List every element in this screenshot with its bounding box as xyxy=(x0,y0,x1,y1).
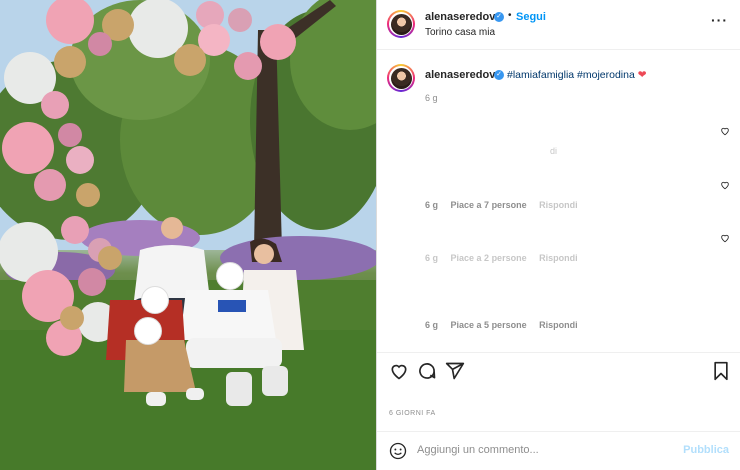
emoji-icon[interactable] xyxy=(389,442,407,460)
comment-likes[interactable]: Piace a 5 persone xyxy=(451,320,527,330)
comment-age: 6 g xyxy=(425,200,439,210)
caption-verified-icon: ✓ xyxy=(494,70,504,80)
comment-likes[interactable]: Piace a 2 persone xyxy=(451,253,527,263)
red-heart-emoji: ❤ xyxy=(637,69,647,81)
caption-text: #lamiafamiglia #mojerodina ❤ xyxy=(507,69,647,81)
more-options-icon[interactable]: ··· xyxy=(711,12,728,28)
photo-scene xyxy=(0,0,376,470)
reply-button[interactable]: Rispondi xyxy=(539,320,578,330)
action-bar xyxy=(377,352,740,388)
comment-likes[interactable]: Piace a 7 persone xyxy=(451,200,527,210)
face-blur-child-3 xyxy=(216,262,244,290)
comment-box: Aggiungi un commento... Pubblica xyxy=(377,431,740,470)
verified-badge-icon: ✓ xyxy=(494,12,504,22)
post-header: alenaseredova ✓ • Segui Torino casa mia … xyxy=(377,0,740,50)
face-blur-child-2 xyxy=(134,317,162,345)
avatar[interactable] xyxy=(387,10,415,38)
share-icon[interactable] xyxy=(445,361,465,381)
follow-button[interactable]: Segui xyxy=(516,11,546,23)
post-details-panel: alenaseredova ✓ • Segui Torino casa mia … xyxy=(376,0,740,470)
caption-age: 6 g xyxy=(425,93,438,103)
comment-age: 6 g xyxy=(425,253,439,263)
faded-comment-text: di xyxy=(550,146,558,156)
publish-button[interactable]: Pubblica xyxy=(683,444,729,456)
caption-hashtags[interactable]: #lamiafamiglia #mojerodina xyxy=(507,69,635,81)
comment-age: 6 g xyxy=(425,320,439,330)
post-date: 6 GIORNI FA xyxy=(389,410,436,417)
bookmark-icon[interactable] xyxy=(711,361,731,381)
comment-meta: 6 g Piace a 2 persone Rispondi xyxy=(425,253,588,263)
header-username[interactable]: alenaseredova xyxy=(425,11,501,23)
comment-like-heart-icon[interactable] xyxy=(720,233,730,243)
separator-dot: • xyxy=(508,10,512,21)
reply-button[interactable]: Rispondi xyxy=(539,200,578,210)
comment-like-heart-icon[interactable] xyxy=(720,180,730,190)
instagram-post-window: alenaseredova ✓ • Segui Torino casa mia … xyxy=(0,0,740,470)
comment-input[interactable]: Aggiungi un commento... xyxy=(417,444,667,456)
comment-icon[interactable] xyxy=(417,361,437,381)
caption-avatar[interactable] xyxy=(387,64,415,92)
comment-like-heart-icon[interactable] xyxy=(720,126,730,136)
face-blur-child-1 xyxy=(141,286,169,314)
comment-meta: 6 g Piace a 5 persone Rispondi xyxy=(425,320,588,330)
location-link[interactable]: Torino casa mia xyxy=(425,27,495,38)
caption-username[interactable]: alenaseredova xyxy=(425,69,501,81)
heart-icon[interactable] xyxy=(389,361,409,381)
reply-button[interactable]: Rispondi xyxy=(539,253,578,263)
post-photo[interactable] xyxy=(0,0,376,470)
comment-meta: 6 g Piace a 7 persone Rispondi xyxy=(425,200,588,210)
